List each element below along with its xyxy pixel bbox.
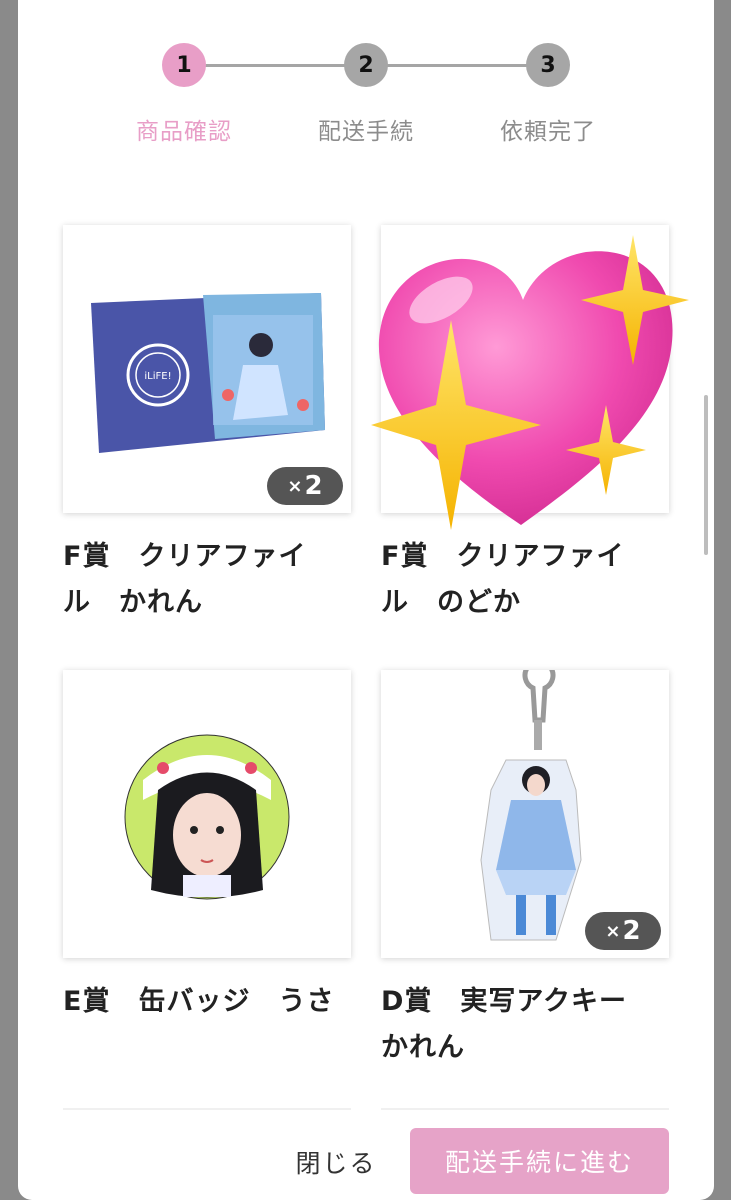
multiply-sign: ×: [287, 475, 303, 497]
item-title-line: F賞 クリアファイ: [381, 541, 625, 572]
step-2-circle: 2: [344, 43, 388, 87]
modal-panel: 1 2 3 商品確認 配送手続 依頼完了 iLiFE! × 2 F賞 クリアファイ…: [18, 0, 714, 1200]
multiply-sign: ×: [605, 920, 621, 942]
svg-text:iLiFE!: iLiFE!: [144, 371, 171, 382]
item-card[interactable]: [371, 225, 689, 530]
progress-stepper: 1 2 3 商品確認 配送手続 依頼完了: [18, 0, 714, 160]
quantity-value: 2: [304, 471, 323, 501]
proceed-to-shipping-button[interactable]: 配送手続に進む: [410, 1128, 669, 1194]
quantity-badge: × 2: [267, 467, 343, 505]
step-1-label: 商品確認: [136, 119, 232, 145]
item-title-line: D賞 実写アクキー: [381, 986, 628, 1017]
close-button[interactable]: 閉じる: [286, 1142, 386, 1182]
item-title-line: F賞 クリアファイ: [63, 541, 307, 572]
item-title-line: かれん: [381, 1032, 465, 1063]
item-title: F賞 クリアファイ ル かれん: [63, 534, 353, 626]
item-card[interactable]: × 2: [381, 670, 669, 958]
step-3-label: 依頼完了: [500, 119, 596, 145]
item-card[interactable]: iLiFE! × 2: [63, 225, 351, 513]
item-title-line: E賞 缶バッジ うさ: [63, 986, 335, 1017]
divider: [381, 1108, 669, 1110]
sparkling-heart-icon: [371, 235, 689, 530]
item-title: D賞 実写アクキー かれん: [381, 979, 671, 1071]
divider: [63, 1108, 351, 1110]
item-title: E賞 缶バッジ うさ: [63, 979, 353, 1025]
step-connector: [366, 64, 548, 67]
can-badge-image: [124, 734, 290, 900]
step-1-circle: 1: [162, 43, 206, 87]
quantity-value: 2: [622, 916, 641, 946]
step-connector: [184, 64, 366, 67]
item-card[interactable]: [63, 670, 351, 958]
item-title-line: ル かれん: [63, 587, 203, 618]
quantity-badge: × 2: [585, 912, 661, 950]
item-title: F賞 クリアファイ ル のどか: [381, 534, 671, 626]
scrollbar[interactable]: [704, 395, 708, 555]
step-2-label: 配送手続: [318, 119, 414, 145]
item-title-line: ル のどか: [381, 587, 521, 618]
step-3-circle: 3: [526, 43, 570, 87]
